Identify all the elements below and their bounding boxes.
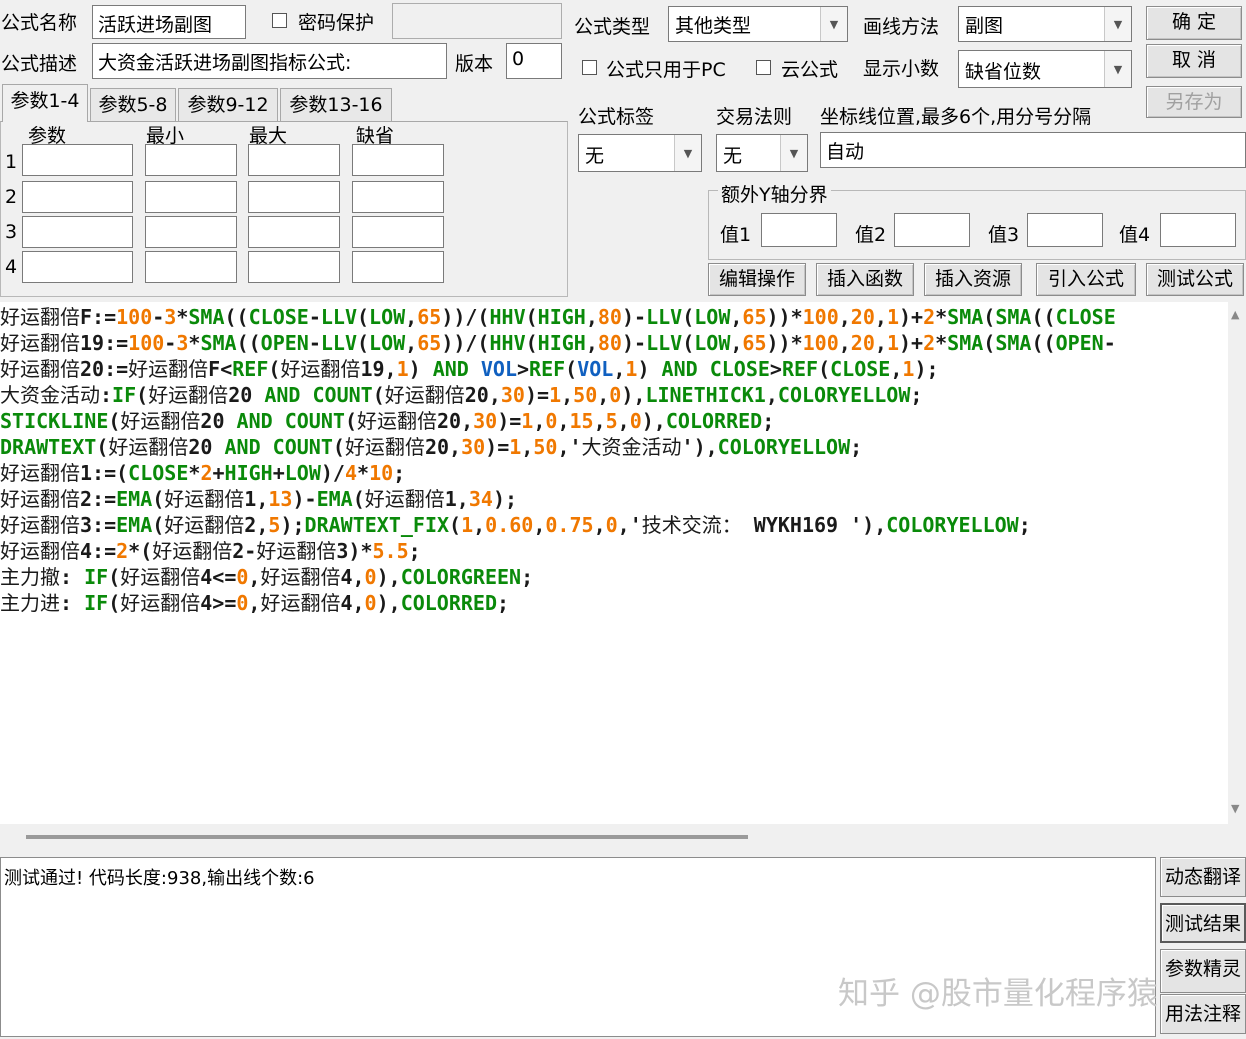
param-name-input[interactable] bbox=[22, 181, 133, 213]
extra-y-label: 值3 bbox=[988, 224, 1020, 246]
cancel-button[interactable]: 取 消 bbox=[1146, 44, 1242, 78]
param-min-input[interactable] bbox=[145, 216, 237, 248]
draw-method-label: 画线方法 bbox=[863, 16, 940, 38]
extra-y-label: 值2 bbox=[855, 224, 887, 246]
param-min-input[interactable] bbox=[145, 181, 237, 213]
extra-y-input-2[interactable] bbox=[894, 213, 970, 247]
tab-params-13-16[interactable]: 参数13-16 bbox=[280, 88, 392, 122]
test-result-button[interactable]: 测试结果 bbox=[1160, 903, 1246, 943]
draw-method-select[interactable]: 副图 ▼ bbox=[958, 6, 1132, 42]
version-label: 版本 bbox=[455, 53, 494, 75]
formula-type-value: 其他类型 bbox=[675, 15, 752, 37]
param-row-number: 3 bbox=[5, 221, 18, 243]
chevron-down-icon: ▼ bbox=[780, 135, 807, 171]
ok-button[interactable]: 确 定 bbox=[1146, 6, 1242, 40]
formula-tag-value: 无 bbox=[585, 145, 605, 167]
code-vertical-scrollbar[interactable]: ▲ ▼ bbox=[1228, 302, 1246, 824]
param-name-input[interactable] bbox=[22, 251, 133, 283]
chevron-down-icon: ▼ bbox=[674, 135, 701, 171]
param-row-number: 1 bbox=[5, 151, 18, 173]
draw-method-value: 副图 bbox=[965, 15, 1004, 37]
extra-y-input-1[interactable] bbox=[761, 213, 837, 247]
param-max-input[interactable] bbox=[248, 144, 340, 176]
tab-params-5-8[interactable]: 参数5-8 bbox=[90, 88, 176, 122]
formula-tag-select[interactable]: 无 ▼ bbox=[578, 134, 702, 172]
edit-ops-button[interactable]: 编辑操作 bbox=[708, 263, 806, 296]
formula-code: 好运翻倍F:=100-3*SMA((CLOSE-LLV(LOW,65))/(HH… bbox=[0, 305, 1116, 615]
trade-rule-select[interactable]: 无 ▼ bbox=[716, 134, 808, 172]
extra-y-label: 值1 bbox=[720, 224, 752, 246]
decimal-value: 缺省位数 bbox=[965, 61, 1042, 83]
param-min-input[interactable] bbox=[145, 251, 237, 283]
version-input[interactable]: 0 bbox=[506, 43, 562, 79]
trade-rule-label: 交易法则 bbox=[716, 106, 793, 128]
param-default-input[interactable] bbox=[352, 216, 444, 248]
password-input[interactable] bbox=[392, 3, 562, 39]
formula-type-select[interactable]: 其他类型 ▼ bbox=[668, 6, 848, 42]
import-formula-button[interactable]: 引入公式 bbox=[1036, 263, 1136, 296]
password-checkbox[interactable] bbox=[272, 13, 287, 28]
scroll-down-icon[interactable]: ▼ bbox=[1231, 802, 1239, 815]
extra-y-title: 额外Y轴分界 bbox=[718, 180, 831, 207]
formula-desc-input[interactable]: 大资金活跃进场副图指标公式: bbox=[92, 43, 447, 79]
cloud-checkbox[interactable] bbox=[756, 60, 771, 75]
formula-desc-label: 公式描述 bbox=[1, 53, 78, 75]
chevron-down-icon: ▼ bbox=[820, 7, 847, 41]
code-editor[interactable]: 好运翻倍F:=100-3*SMA((CLOSE-LLV(LOW,65))/(HH… bbox=[0, 302, 1228, 824]
decimal-label: 显示小数 bbox=[863, 58, 940, 80]
param-max-input[interactable] bbox=[248, 181, 340, 213]
tab-params-9-12[interactable]: 参数9-12 bbox=[178, 88, 278, 122]
usage-notes-button[interactable]: 用法注释 bbox=[1160, 994, 1246, 1034]
param-default-input[interactable] bbox=[352, 251, 444, 283]
param-min-input[interactable] bbox=[145, 144, 237, 176]
chevron-down-icon: ▼ bbox=[1104, 51, 1131, 87]
param-name-input[interactable] bbox=[22, 216, 133, 248]
param-wizard-button[interactable]: 参数精灵 bbox=[1160, 949, 1246, 993]
param-row-number: 2 bbox=[5, 186, 18, 208]
test-formula-button[interactable]: 测试公式 bbox=[1146, 263, 1244, 296]
watermark-text: 知乎 @股市量化程序猿 bbox=[838, 976, 1158, 1012]
password-label: 密码保护 bbox=[298, 12, 375, 34]
chevron-down-icon: ▼ bbox=[1104, 7, 1131, 41]
param-max-input[interactable] bbox=[248, 251, 340, 283]
pc-only-checkbox[interactable] bbox=[582, 60, 597, 75]
extra-y-label: 值4 bbox=[1119, 224, 1151, 246]
insert-function-button[interactable]: 插入函数 bbox=[816, 263, 914, 296]
formula-name-label: 公式名称 bbox=[1, 12, 78, 34]
extra-y-input-4[interactable] bbox=[1160, 213, 1236, 247]
save-as-button[interactable]: 另存为 bbox=[1146, 86, 1242, 118]
param-row-number: 4 bbox=[5, 256, 18, 278]
pc-only-label: 公式只用于PC bbox=[606, 59, 726, 81]
dynamic-translate-button[interactable]: 动态翻译 bbox=[1160, 857, 1246, 897]
code-horizontal-scrollbar[interactable] bbox=[0, 824, 1228, 850]
scroll-up-icon[interactable]: ▲ bbox=[1231, 308, 1239, 321]
extra-y-input-3[interactable] bbox=[1027, 213, 1103, 247]
param-name-input[interactable] bbox=[22, 144, 133, 176]
tab-params-1-4[interactable]: 参数1-4 bbox=[2, 84, 88, 122]
cloud-label: 云公式 bbox=[781, 59, 839, 81]
param-default-input[interactable] bbox=[352, 144, 444, 176]
decimal-select[interactable]: 缺省位数 ▼ bbox=[958, 50, 1132, 88]
param-default-input[interactable] bbox=[352, 181, 444, 213]
test-result-message: 测试通过! 代码长度:938,输出线个数:6 bbox=[4, 868, 315, 889]
param-max-input[interactable] bbox=[248, 216, 340, 248]
insert-resource-button[interactable]: 插入资源 bbox=[924, 263, 1022, 296]
axis-position-label: 坐标线位置,最多6个,用分号分隔 bbox=[820, 106, 1092, 128]
trade-rule-value: 无 bbox=[723, 145, 743, 167]
scroll-thumb[interactable] bbox=[26, 835, 748, 839]
formula-tag-label: 公式标签 bbox=[578, 106, 655, 128]
axis-position-input[interactable]: 自动 bbox=[820, 132, 1246, 168]
formula-type-label: 公式类型 bbox=[574, 16, 651, 38]
formula-name-input[interactable]: 活跃进场副图 bbox=[92, 5, 246, 39]
